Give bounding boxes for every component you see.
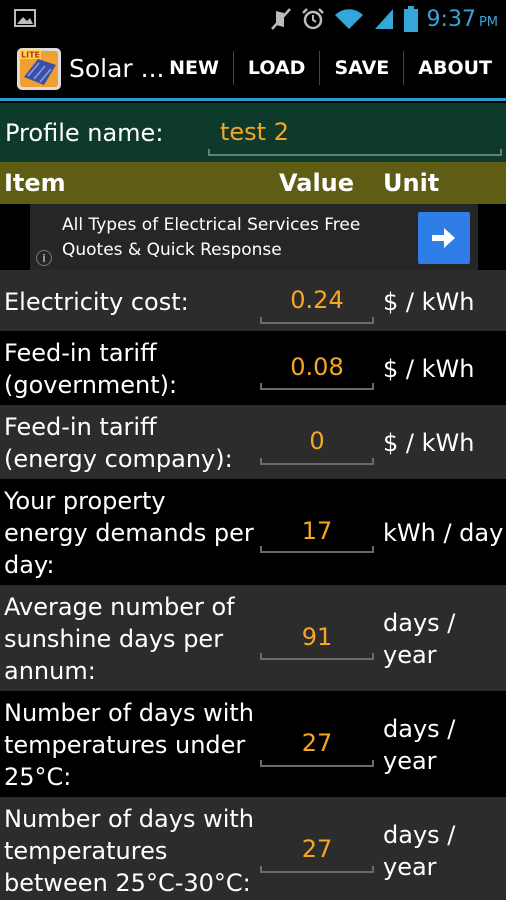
- row-value-input[interactable]: 17: [260, 517, 374, 545]
- table-row: Number of days with temperatures under 2…: [0, 691, 506, 797]
- about-button[interactable]: ABOUT: [404, 38, 506, 98]
- row-value-underline: [260, 546, 374, 553]
- row-value-input[interactable]: 0.08: [260, 353, 374, 381]
- profile-name-underline: [208, 149, 502, 156]
- header-item: Item: [4, 169, 66, 197]
- header-value: Value: [279, 169, 355, 197]
- header-unit: Unit: [383, 169, 440, 197]
- row-unit: $ / kWh: [383, 355, 475, 383]
- table-header: Item Value Unit: [0, 162, 506, 204]
- row-value-underline: [260, 760, 374, 767]
- row-value-input[interactable]: 0: [260, 427, 374, 455]
- action-bar: LITE Solar ... NEW LOAD SAVE ABOUT: [0, 38, 506, 101]
- status-bar: 9:37 PM: [0, 0, 506, 38]
- app-icon[interactable]: LITE: [16, 47, 62, 91]
- row-value-input[interactable]: 91: [260, 623, 374, 651]
- row-item-label: Average number of sunshine days per annu…: [4, 593, 235, 685]
- table-row: Feed-in tariff (energy company): 0 $ / k…: [0, 405, 506, 479]
- table-row: Average number of sunshine days per annu…: [0, 585, 506, 691]
- table-row: Electricity cost: 0.24 $ / kWh: [0, 270, 506, 331]
- row-unit: days / year: [383, 821, 456, 881]
- row-item-label: Your property energy demands per day:: [4, 487, 254, 579]
- ad-banner[interactable]: All Types of Electrical Services Free Qu…: [30, 204, 478, 270]
- ad-text[interactable]: All Types of Electrical Services Free Qu…: [62, 213, 402, 263]
- action-menu: NEW LOAD SAVE ABOUT: [155, 38, 506, 98]
- row-value-input[interactable]: 0.24: [260, 286, 374, 314]
- row-item-label: Electricity cost:: [4, 288, 189, 316]
- image-icon: [14, 9, 36, 27]
- row-item-label: Feed-in tariff (government):: [4, 339, 178, 399]
- svg-text:LITE: LITE: [21, 51, 40, 60]
- signal-icon: [374, 9, 393, 29]
- row-unit: days / year: [383, 715, 456, 775]
- table-row: Feed-in tariff (government): 0.08 $ / kW…: [0, 331, 506, 405]
- app-title: Solar ...: [69, 54, 165, 83]
- row-value-input[interactable]: 27: [260, 729, 374, 757]
- arrow-right-icon: [432, 228, 455, 248]
- row-value-underline: [260, 383, 374, 390]
- new-button[interactable]: NEW: [155, 38, 233, 98]
- table-row: Number of days with temperatures between…: [0, 797, 506, 900]
- ad-margin: [478, 204, 506, 270]
- profile-row: Profile name: test 2: [0, 103, 506, 162]
- battery-icon: [403, 6, 418, 32]
- mute-icon: [270, 8, 291, 30]
- row-value-input[interactable]: 27: [260, 835, 374, 863]
- row-unit: $ / kWh: [383, 288, 475, 316]
- row-unit: $ / kWh: [383, 429, 475, 457]
- profile-name-input[interactable]: test 2: [220, 118, 289, 146]
- row-value-underline: [260, 653, 374, 660]
- load-button[interactable]: LOAD: [234, 38, 320, 98]
- alarm-icon: [301, 8, 324, 30]
- row-item-label: Feed-in tariff (energy company):: [4, 413, 233, 473]
- row-value-underline: [260, 317, 374, 324]
- action-bar-divider: [0, 98, 506, 101]
- status-time: 9:37 PM: [426, 6, 498, 32]
- table-row: Your property energy demands per day: 17…: [0, 479, 506, 585]
- wifi-icon: [334, 9, 363, 29]
- save-button[interactable]: SAVE: [320, 38, 403, 98]
- ad-margin: [0, 204, 30, 270]
- row-unit: kWh / day: [383, 519, 504, 547]
- profile-name-label: Profile name:: [5, 119, 164, 147]
- ad-arrow-button[interactable]: [418, 212, 470, 264]
- info-icon[interactable]: i: [36, 250, 52, 266]
- row-unit: days / year: [383, 609, 456, 669]
- row-item-label: Number of days with temperatures under 2…: [4, 699, 254, 791]
- row-value-underline: [260, 866, 374, 873]
- row-value-underline: [260, 458, 374, 465]
- row-item-label: Number of days with temperatures between…: [4, 805, 254, 897]
